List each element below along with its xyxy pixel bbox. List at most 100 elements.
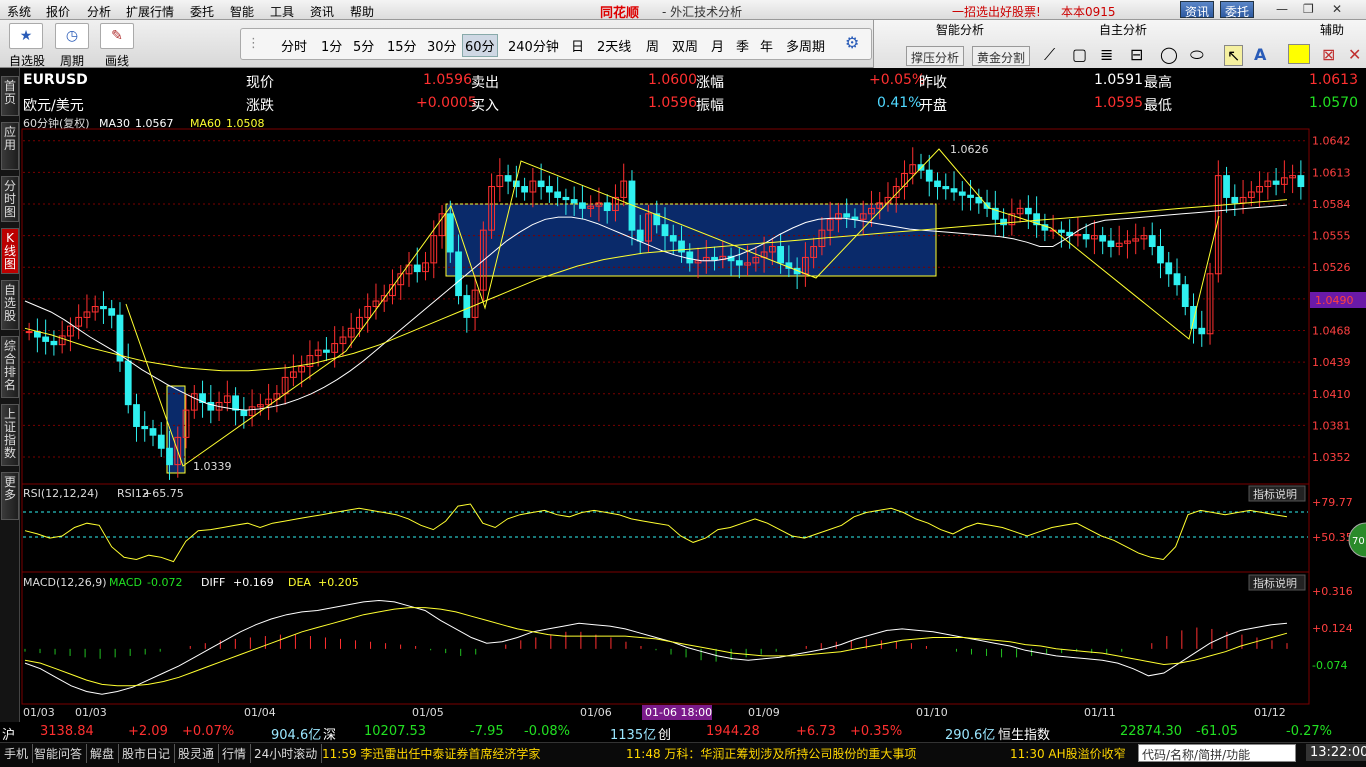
x-label-3: 01/05	[412, 706, 444, 719]
index-sz-label[interactable]: 深	[323, 724, 336, 743]
tab-self-analysis[interactable]: 自主分析	[1099, 21, 1147, 38]
fib-tool-icon[interactable]: ⊟	[1130, 45, 1143, 64]
menu-analysis[interactable]: 分析	[87, 3, 111, 20]
news-item-2[interactable]: 11:48 万科：华润正筹划涉及所持公司股份的重大事项	[626, 745, 916, 762]
candle-body	[1000, 218, 1007, 226]
news-item-1[interactable]: 11:59 李迅雷出任中泰证券首席经济学家	[322, 745, 540, 762]
candle-body	[240, 409, 248, 417]
menu-quote[interactable]: 报价	[46, 3, 70, 20]
sidebar-item-kline[interactable]: K线图	[1, 228, 19, 274]
tab-smart-analysis[interactable]: 智能分析	[936, 21, 984, 38]
period-bar: ⋮ 分时 1分 5分 15分 30分 60分 240分钟 日 2天线 周 双周 …	[240, 28, 872, 60]
current-price-value: 1.0490	[1315, 294, 1354, 307]
index-hsi-label[interactable]: 恒生指数	[998, 724, 1050, 743]
label-high: 最高	[1144, 75, 1172, 91]
bottom-lingtong-button[interactable]: 股灵通	[174, 744, 220, 763]
x-label-4: 01/06	[580, 706, 612, 719]
clock-icon[interactable]: ◷	[55, 23, 89, 49]
y-tick-label: 1.0439	[1312, 356, 1351, 369]
menu-help[interactable]: 帮助	[350, 3, 374, 20]
period-2day[interactable]: 2天线	[597, 36, 631, 55]
period-multi[interactable]: 多周期	[786, 36, 825, 55]
ma60-name: MA60	[190, 117, 221, 130]
promo-link[interactable]: 一招选出好股票!	[952, 3, 1041, 20]
sidebar-item-shanghai-index[interactable]: 上证指数	[1, 404, 19, 466]
menu-extended[interactable]: 扩展行情	[126, 3, 174, 20]
period-intraday[interactable]: 分时	[281, 36, 307, 55]
settings-gear-icon[interactable]: ⚙	[845, 33, 859, 52]
bottom-market-button[interactable]: 行情	[218, 744, 252, 763]
x-label-1: 01/03	[75, 706, 107, 719]
news-item-3[interactable]: 11:30 AH股溢价收窄	[1010, 745, 1136, 762]
period-2week[interactable]: 双周	[672, 36, 698, 55]
period-1m[interactable]: 1分	[321, 36, 342, 55]
menu-smart[interactable]: 智能	[230, 3, 254, 20]
candle-body	[25, 331, 33, 334]
y-tick-label: 1.0555	[1312, 230, 1351, 243]
period-5m[interactable]: 5分	[353, 36, 374, 55]
period-day[interactable]: 日	[571, 36, 584, 55]
menu-system[interactable]: 系统	[7, 3, 31, 20]
delete-tool-icon[interactable]: ⊠	[1322, 45, 1335, 64]
period-month[interactable]: 月	[711, 36, 724, 55]
line-tool-icon[interactable]: ⟋	[1044, 45, 1055, 65]
ellipse-tool-icon[interactable]: ⬭	[1190, 45, 1204, 65]
sidebar-item-more[interactable]: 更多	[1, 472, 19, 520]
cursor-icon[interactable]: ↖	[1224, 45, 1244, 66]
restore-icon[interactable]: ❐	[1303, 2, 1314, 16]
candle-body	[166, 447, 173, 466]
bottom-mobile-button[interactable]: 手机	[0, 744, 34, 763]
index-cy-volume: 290.6亿	[945, 728, 996, 743]
candle-body	[1099, 235, 1107, 242]
period-quarter[interactable]: 季	[736, 36, 749, 55]
diff-value: +0.169	[233, 576, 274, 589]
sidebar-item-home[interactable]: 首页	[1, 76, 19, 116]
kline-chart-area[interactable]: 60分钟(复权) MA30 1.0567 MA60 1.0508 1.0642 1…	[21, 116, 1366, 722]
trade-button[interactable]: 委托	[1220, 1, 1255, 19]
minimize-icon[interactable]: —	[1276, 2, 1288, 16]
candle-body	[1181, 284, 1189, 307]
star-icon[interactable]: ★	[9, 23, 43, 49]
menu-tools[interactable]: 工具	[270, 3, 294, 20]
pencil-icon[interactable]: ✎	[100, 23, 134, 49]
value-change-pct: +0.05%	[869, 72, 926, 88]
macd-help-label: 指标说明	[1253, 576, 1297, 590]
period-240m[interactable]: 240分钟	[508, 36, 559, 55]
bottom-qa-button[interactable]: 智能问答	[30, 744, 88, 763]
sidebar-item-ranking[interactable]: 综合排名	[1, 336, 19, 398]
candle-body	[149, 428, 157, 436]
candle-body	[1148, 235, 1156, 248]
period-15m[interactable]: 15分	[387, 36, 417, 55]
x-label-5: 01/09	[748, 706, 780, 719]
sidebar-item-apps[interactable]: 应用	[1, 122, 19, 170]
menu-news[interactable]: 资讯	[310, 3, 334, 20]
bottom-24h-button[interactable]: 24小时滚动	[250, 744, 323, 763]
period-60m[interactable]: 60分	[462, 34, 498, 57]
label-price: 现价	[246, 75, 274, 91]
consolidation-box[interactable]	[445, 203, 937, 277]
bottom-diary-button[interactable]: 股市日记	[118, 744, 176, 763]
period-30m[interactable]: 30分	[427, 36, 457, 55]
menu-trade[interactable]: 委托	[190, 3, 214, 20]
close-tool-icon[interactable]: ✕	[1348, 45, 1361, 64]
channel-tool-icon[interactable]: ≣	[1100, 45, 1113, 64]
index-sh-label[interactable]: 沪	[2, 724, 15, 743]
support-resistance-button[interactable]: 撑压分析	[906, 46, 965, 66]
period-week[interactable]: 周	[646, 36, 659, 55]
text-tool-icon[interactable]: A	[1254, 45, 1266, 64]
tab-auxiliary[interactable]: 辅助	[1320, 21, 1344, 38]
sidebar-item-watchlist[interactable]: 自选股	[1, 280, 19, 330]
golden-section-button[interactable]: 黄金分割	[972, 46, 1031, 66]
close-icon[interactable]: ✕	[1332, 2, 1342, 16]
info-button[interactable]: 资讯	[1180, 1, 1215, 19]
circle-tool-icon[interactable]: ◯	[1160, 45, 1178, 64]
bottom-interpret-button[interactable]: 解盘	[86, 744, 120, 763]
index-hsi-pct: -0.27%	[1286, 724, 1332, 739]
rsi-help-label: 指标说明	[1253, 487, 1297, 501]
rect-tool-icon[interactable]: ▢	[1072, 45, 1087, 64]
code-search-input[interactable]: 代码/名称/简拼/功能	[1138, 744, 1296, 762]
sidebar-item-intraday[interactable]: 分时图	[1, 176, 19, 222]
index-cy-label[interactable]: 创	[658, 724, 671, 743]
color-picker-icon[interactable]	[1288, 44, 1310, 64]
period-year[interactable]: 年	[760, 36, 773, 55]
